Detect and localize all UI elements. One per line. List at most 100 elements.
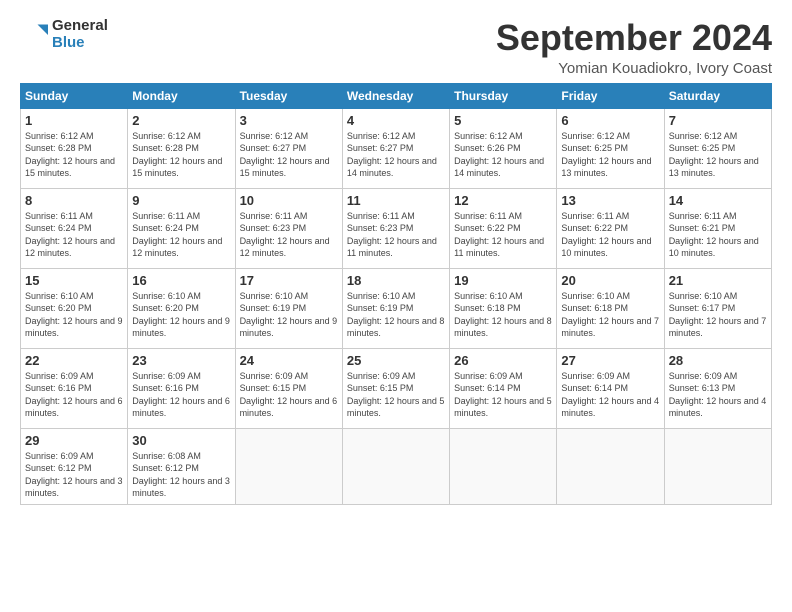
table-row: 6 Sunrise: 6:12 AM Sunset: 6:25 PM Daylig… — [557, 108, 664, 188]
table-row: 10 Sunrise: 6:11 AM Sunset: 6:23 PM Dayli… — [235, 188, 342, 268]
table-row: 20 Sunrise: 6:10 AM Sunset: 6:18 PM Dayli… — [557, 268, 664, 348]
day-number: 12 — [454, 193, 552, 208]
table-row: 12 Sunrise: 6:11 AM Sunset: 6:22 PM Dayli… — [450, 188, 557, 268]
day-info: Sunrise: 6:12 AM Sunset: 6:27 PM Dayligh… — [240, 130, 338, 180]
table-row: 18Sunrise: 6:10 AM Sunset: 6:19 PM Dayli… — [342, 268, 449, 348]
day-number: 29 — [25, 433, 123, 448]
table-row: 29 Sunrise: 6:09 AM Sunset: 6:12 PM Dayli… — [21, 428, 128, 504]
calendar-week-row: 8Sunrise: 6:11 AM Sunset: 6:24 PM Daylig… — [21, 188, 772, 268]
table-row — [235, 428, 342, 504]
day-number: 15 — [25, 273, 123, 288]
day-number: 4 — [347, 113, 445, 128]
day-info: Sunrise: 6:11 AM Sunset: 6:21 PM Dayligh… — [669, 210, 767, 260]
day-number: 1 — [25, 113, 123, 128]
day-info: Sunrise: 6:11 AM Sunset: 6:23 PM Dayligh… — [347, 210, 445, 260]
day-number: 3 — [240, 113, 338, 128]
header: General Blue September 2024 Yomian Kouad… — [20, 18, 772, 77]
day-info: Sunrise: 6:10 AM Sunset: 6:17 PM Dayligh… — [669, 290, 767, 340]
day-number: 23 — [132, 353, 230, 368]
col-friday: Friday — [557, 83, 664, 108]
day-info: Sunrise: 6:09 AM Sunset: 6:12 PM Dayligh… — [25, 450, 123, 500]
table-row: 9 Sunrise: 6:11 AM Sunset: 6:24 PM Daylig… — [128, 188, 235, 268]
day-number: 14 — [669, 193, 767, 208]
day-number: 16 — [132, 273, 230, 288]
table-row: 3 Sunrise: 6:12 AM Sunset: 6:27 PM Daylig… — [235, 108, 342, 188]
col-tuesday: Tuesday — [235, 83, 342, 108]
day-info: Sunrise: 6:08 AM Sunset: 6:12 PM Dayligh… — [132, 450, 230, 500]
day-info: Sunrise: 6:10 AM Sunset: 6:18 PM Dayligh… — [454, 290, 552, 340]
day-info: Sunrise: 6:10 AM Sunset: 6:18 PM Dayligh… — [561, 290, 659, 340]
table-row: 16Sunrise: 6:10 AM Sunset: 6:20 PM Dayli… — [128, 268, 235, 348]
calendar-week-row: 22Sunrise: 6:09 AM Sunset: 6:16 PM Dayli… — [21, 348, 772, 428]
day-number: 27 — [561, 353, 659, 368]
table-row: 24 Sunrise: 6:09 AM Sunset: 6:15 PM Dayli… — [235, 348, 342, 428]
day-number: 7 — [669, 113, 767, 128]
day-number: 17 — [240, 273, 338, 288]
table-row: 5 Sunrise: 6:12 AM Sunset: 6:26 PM Daylig… — [450, 108, 557, 188]
col-monday: Monday — [128, 83, 235, 108]
day-number: 6 — [561, 113, 659, 128]
logo-blue: Blue — [52, 35, 108, 52]
day-info: Sunrise: 6:11 AM Sunset: 6:23 PM Dayligh… — [240, 210, 338, 260]
col-thursday: Thursday — [450, 83, 557, 108]
logo: General Blue — [20, 18, 108, 51]
day-info: Sunrise: 6:10 AM Sunset: 6:19 PM Dayligh… — [240, 290, 338, 340]
col-sunday: Sunday — [21, 83, 128, 108]
calendar-week-row: 29 Sunrise: 6:09 AM Sunset: 6:12 PM Dayli… — [21, 428, 772, 504]
day-number: 10 — [240, 193, 338, 208]
location-title: Yomian Kouadiokro, Ivory Coast — [496, 60, 772, 77]
table-row — [450, 428, 557, 504]
table-row: 25 Sunrise: 6:09 AM Sunset: 6:15 PM Dayli… — [342, 348, 449, 428]
table-row: 23 Sunrise: 6:09 AM Sunset: 6:16 PM Dayli… — [128, 348, 235, 428]
table-row: 13 Sunrise: 6:11 AM Sunset: 6:22 PM Dayli… — [557, 188, 664, 268]
calendar-table: Sunday Monday Tuesday Wednesday Thursday… — [20, 83, 772, 505]
table-row: 22Sunrise: 6:09 AM Sunset: 6:16 PM Dayli… — [21, 348, 128, 428]
month-title: September 2024 — [496, 18, 772, 58]
table-row: 27Sunrise: 6:09 AM Sunset: 6:14 PM Dayli… — [557, 348, 664, 428]
calendar-week-row: 15Sunrise: 6:10 AM Sunset: 6:20 PM Dayli… — [21, 268, 772, 348]
day-number: 20 — [561, 273, 659, 288]
day-info: Sunrise: 6:09 AM Sunset: 6:16 PM Dayligh… — [132, 370, 230, 420]
table-row: 17 Sunrise: 6:10 AM Sunset: 6:19 PM Dayli… — [235, 268, 342, 348]
day-number: 13 — [561, 193, 659, 208]
day-info: Sunrise: 6:12 AM Sunset: 6:25 PM Dayligh… — [561, 130, 659, 180]
day-info: Sunrise: 6:11 AM Sunset: 6:22 PM Dayligh… — [561, 210, 659, 260]
table-row: 11Sunrise: 6:11 AM Sunset: 6:23 PM Dayli… — [342, 188, 449, 268]
table-row: 2 Sunrise: 6:12 AM Sunset: 6:28 PM Daylig… — [128, 108, 235, 188]
col-wednesday: Wednesday — [342, 83, 449, 108]
day-info: Sunrise: 6:09 AM Sunset: 6:15 PM Dayligh… — [347, 370, 445, 420]
col-saturday: Saturday — [664, 83, 771, 108]
day-number: 26 — [454, 353, 552, 368]
calendar-week-row: 1 Sunrise: 6:12 AM Sunset: 6:28 PM Daylig… — [21, 108, 772, 188]
day-info: Sunrise: 6:12 AM Sunset: 6:26 PM Dayligh… — [454, 130, 552, 180]
page: General Blue September 2024 Yomian Kouad… — [0, 0, 792, 612]
title-block: September 2024 Yomian Kouadiokro, Ivory … — [496, 18, 772, 77]
table-row — [342, 428, 449, 504]
day-number: 5 — [454, 113, 552, 128]
day-info: Sunrise: 6:09 AM Sunset: 6:13 PM Dayligh… — [669, 370, 767, 420]
day-info: Sunrise: 6:11 AM Sunset: 6:22 PM Dayligh… — [454, 210, 552, 260]
day-info: Sunrise: 6:11 AM Sunset: 6:24 PM Dayligh… — [132, 210, 230, 260]
day-number: 9 — [132, 193, 230, 208]
day-info: Sunrise: 6:12 AM Sunset: 6:28 PM Dayligh… — [132, 130, 230, 180]
table-row: 8Sunrise: 6:11 AM Sunset: 6:24 PM Daylig… — [21, 188, 128, 268]
table-row — [557, 428, 664, 504]
logo-icon — [20, 21, 48, 49]
day-number: 25 — [347, 353, 445, 368]
table-row: 7Sunrise: 6:12 AM Sunset: 6:25 PM Daylig… — [664, 108, 771, 188]
table-row: 26 Sunrise: 6:09 AM Sunset: 6:14 PM Dayli… — [450, 348, 557, 428]
day-number: 24 — [240, 353, 338, 368]
table-row: 19Sunrise: 6:10 AM Sunset: 6:18 PM Dayli… — [450, 268, 557, 348]
table-row: 15Sunrise: 6:10 AM Sunset: 6:20 PM Dayli… — [21, 268, 128, 348]
day-info: Sunrise: 6:10 AM Sunset: 6:19 PM Dayligh… — [347, 290, 445, 340]
day-info: Sunrise: 6:09 AM Sunset: 6:16 PM Dayligh… — [25, 370, 123, 420]
calendar-header-row: Sunday Monday Tuesday Wednesday Thursday… — [21, 83, 772, 108]
day-number: 2 — [132, 113, 230, 128]
logo-text: General Blue — [52, 18, 108, 51]
table-row — [664, 428, 771, 504]
day-info: Sunrise: 6:12 AM Sunset: 6:27 PM Dayligh… — [347, 130, 445, 180]
table-row: 21Sunrise: 6:10 AM Sunset: 6:17 PM Dayli… — [664, 268, 771, 348]
day-info: Sunrise: 6:09 AM Sunset: 6:15 PM Dayligh… — [240, 370, 338, 420]
day-info: Sunrise: 6:09 AM Sunset: 6:14 PM Dayligh… — [454, 370, 552, 420]
table-row: 14 Sunrise: 6:11 AM Sunset: 6:21 PM Dayli… — [664, 188, 771, 268]
